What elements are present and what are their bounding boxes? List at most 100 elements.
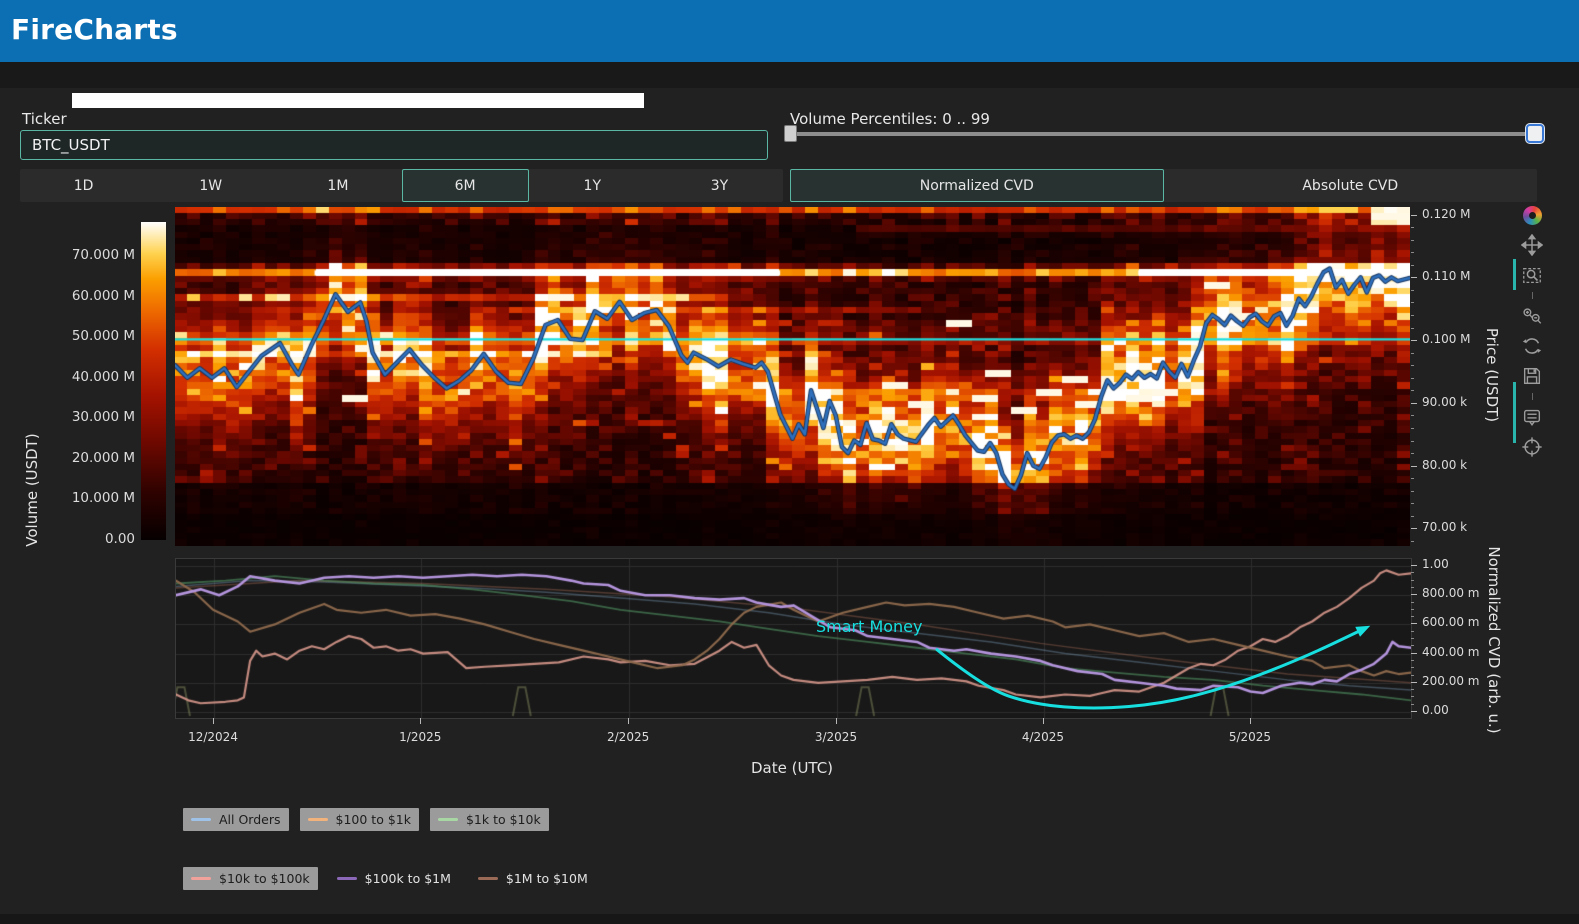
- tick-mark: [1411, 441, 1414, 442]
- legend-item--1m-to-10m[interactable]: $1M to $10M: [470, 867, 596, 890]
- tick-mark: [1411, 252, 1414, 253]
- tick-mark: [1411, 415, 1414, 416]
- timeframe-button-1w[interactable]: 1W: [147, 169, 274, 202]
- volume-tick-label: 10.000 M: [55, 490, 135, 506]
- percentile-slider-handle-min[interactable]: [784, 125, 797, 142]
- tick-label: 70.00 k: [1422, 520, 1467, 534]
- volume-tick-label: 70.000 M: [55, 247, 135, 263]
- timeframe-button-3y[interactable]: 3Y: [656, 169, 783, 202]
- tick-mark: [1411, 565, 1417, 566]
- tick-mark: [1411, 277, 1417, 278]
- modebar-separator: [1532, 393, 1533, 400]
- crosshair-icon[interactable]: [1519, 434, 1545, 460]
- legend-label: $1M to $10M: [506, 871, 588, 886]
- tick-mark: [1411, 689, 1414, 690]
- save-icon[interactable]: [1519, 363, 1545, 389]
- timeframe-button-1y[interactable]: 1Y: [529, 169, 656, 202]
- tick-mark: [1411, 696, 1414, 697]
- legend-item--1k-to-10k[interactable]: $1k to $10k: [430, 808, 549, 831]
- tick-mark: [1411, 403, 1417, 404]
- volume-colorbar: [141, 222, 166, 540]
- volume-tick-label: 30.000 M: [55, 409, 135, 425]
- tick-mark: [836, 718, 837, 724]
- timeframe-button-1d[interactable]: 1D: [20, 169, 147, 202]
- volume-percentiles-label: Volume Percentiles: 0 .. 99: [790, 110, 990, 128]
- legend-item-all-orders[interactable]: All Orders: [183, 808, 289, 831]
- tick-mark: [1411, 353, 1414, 354]
- tick-mark: [1411, 682, 1417, 683]
- timeframe-button-1m[interactable]: 1M: [274, 169, 401, 202]
- pan-icon[interactable]: [1519, 232, 1545, 258]
- cvd-mode-button-absolute-cvd[interactable]: Absolute CVD: [1164, 169, 1538, 202]
- tick-mark: [1411, 240, 1414, 241]
- tick-mark: [1411, 315, 1414, 316]
- legend-item--100-to-1k[interactable]: $100 to $1k: [300, 808, 419, 831]
- tick-mark: [1411, 653, 1417, 654]
- tick-label: 80.00 k: [1422, 458, 1467, 472]
- cvd-mode-button-normalized-cvd[interactable]: Normalized CVD: [790, 169, 1164, 202]
- legend-swatch: [191, 818, 211, 821]
- tick-mark: [628, 718, 629, 724]
- tick-mark: [1043, 718, 1044, 724]
- ticker-input[interactable]: [20, 130, 768, 160]
- volume-tick-label: 50.000 M: [55, 328, 135, 344]
- tick-mark: [1411, 265, 1414, 266]
- firecharts-app: FireCharts Ticker Volume Percentiles: 0 …: [0, 0, 1579, 924]
- modebar-active-indicator-hover: [1513, 382, 1516, 443]
- header-divider-strip: [0, 62, 1579, 88]
- tick-label: 0.100 M: [1422, 332, 1471, 346]
- tick-label: 12/2024: [188, 730, 238, 744]
- tick-label: 0.00: [1422, 703, 1449, 717]
- tick-mark: [1411, 711, 1417, 712]
- plotly-logo[interactable]: [1519, 202, 1545, 228]
- tick-mark: [1411, 587, 1414, 588]
- tick-mark: [1411, 541, 1414, 542]
- cvd-mode-button-group: Normalized CVDAbsolute CVD: [790, 169, 1537, 202]
- tick-mark: [1411, 675, 1414, 676]
- tick-mark: [1411, 516, 1414, 517]
- tick-label: 1.00: [1422, 557, 1449, 571]
- tick-mark: [1411, 491, 1414, 492]
- volume-heatmap-canvas[interactable]: [175, 207, 1410, 546]
- modebar-separator: [1532, 292, 1533, 299]
- app-header: FireCharts: [0, 0, 1579, 62]
- hover-tooltip-icon[interactable]: [1519, 404, 1545, 430]
- legend-label: $1k to $10k: [466, 812, 541, 827]
- autoscale-icon[interactable]: [1519, 333, 1545, 359]
- legend-label: All Orders: [219, 812, 281, 827]
- percentile-slider-handle-max[interactable]: [1526, 124, 1544, 143]
- legend-label: $100 to $1k: [336, 812, 411, 827]
- cvd-axis-title: Normalized CVD (arb. u.): [1485, 546, 1503, 733]
- tick-mark: [1411, 609, 1414, 610]
- box-zoom-icon[interactable]: [1519, 262, 1545, 288]
- legend-swatch: [478, 877, 498, 880]
- tick-label: 2/2025: [607, 730, 649, 744]
- zoom-in-out-icon[interactable]: [1519, 303, 1545, 329]
- white-placeholder-bar: [72, 93, 644, 108]
- legend-item--10k-to-100k[interactable]: $10k to $100k: [183, 867, 318, 890]
- tick-label: 0.120 M: [1422, 207, 1471, 221]
- legend-item--100k-to-1m[interactable]: $100k to $1M: [329, 867, 459, 890]
- tick-mark: [1250, 718, 1251, 724]
- tick-mark: [1411, 390, 1414, 391]
- tick-mark: [1411, 660, 1414, 661]
- tick-label: 5/2025: [1229, 730, 1271, 744]
- tick-mark: [1411, 378, 1414, 379]
- tick-mark: [1411, 453, 1414, 454]
- tick-mark: [1411, 503, 1414, 504]
- tick-mark: [1411, 302, 1414, 303]
- tick-label: 0.110 M: [1422, 269, 1471, 283]
- timeframe-button-6m[interactable]: 6M: [402, 169, 529, 202]
- smart-money-annotation: Smart Money: [816, 617, 923, 636]
- modebar-active-indicator-zoom: [1513, 259, 1516, 290]
- tick-label: 4/2025: [1022, 730, 1064, 744]
- tick-mark: [1411, 645, 1414, 646]
- legend-swatch: [337, 877, 357, 880]
- legend-swatch: [438, 818, 458, 821]
- percentile-slider-track[interactable]: [790, 132, 1537, 136]
- tick-mark: [1411, 428, 1414, 429]
- tick-mark: [1411, 602, 1414, 603]
- cvd-chart-canvas[interactable]: [175, 558, 1412, 719]
- tick-mark: [420, 718, 421, 724]
- tick-label: 800.00 m: [1422, 586, 1480, 600]
